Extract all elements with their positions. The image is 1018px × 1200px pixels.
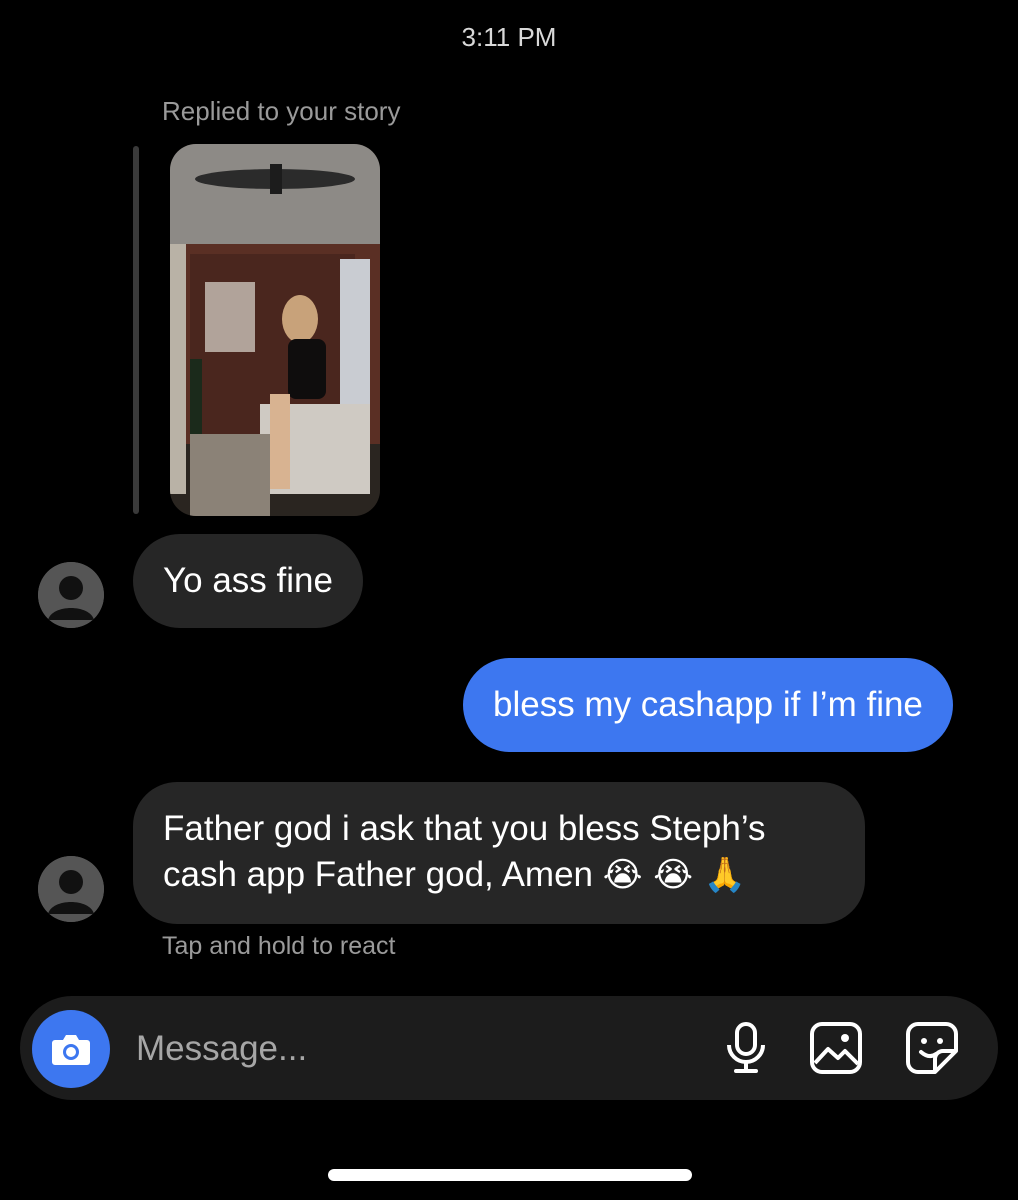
image-icon: [810, 1022, 862, 1074]
message-input[interactable]: [134, 1023, 698, 1075]
home-indicator[interactable]: [328, 1169, 692, 1181]
message-emoji: 😭 😭 🙏: [602, 855, 747, 895]
microphone-button[interactable]: [718, 1020, 774, 1076]
sender-avatar[interactable]: [38, 562, 104, 628]
message-timestamp: 3:11 PM: [461, 22, 557, 52]
message-bubble-received[interactable]: Yo ass fine: [133, 534, 363, 628]
story-reply-bar: [133, 146, 139, 514]
microphone-icon: [727, 1022, 765, 1073]
message-text: Yo ass fine: [163, 561, 333, 600]
story-photo: [170, 144, 380, 516]
message-text: cash app Father god, Amen: [163, 855, 593, 894]
message-bubble-received[interactable]: Father god i ask that you bless Steph’s …: [133, 782, 865, 924]
sticker-icon: [906, 1022, 958, 1074]
message-text: bless my cashapp if I’m fine: [493, 685, 923, 724]
message-text-line: Father god i ask that you bless Steph’s: [163, 809, 766, 848]
sticker-button[interactable]: [904, 1020, 960, 1076]
message-text-line: cash app Father god, Amen 😭 😭 🙏: [163, 852, 835, 898]
story-thumbnail[interactable]: [170, 144, 380, 516]
sender-avatar[interactable]: [38, 856, 104, 922]
message-composer: [20, 996, 998, 1100]
avatar-placeholder-icon: [38, 562, 104, 628]
camera-icon: [52, 1035, 90, 1065]
message-bubble-sent[interactable]: bless my cashapp if I’m fine: [463, 658, 953, 752]
react-hint: Tap and hold to react: [162, 932, 396, 960]
gallery-button[interactable]: [808, 1020, 864, 1076]
story-reply-caption: Replied to your story: [162, 96, 401, 126]
camera-button[interactable]: [32, 1010, 110, 1088]
avatar-placeholder-icon: [38, 856, 104, 922]
